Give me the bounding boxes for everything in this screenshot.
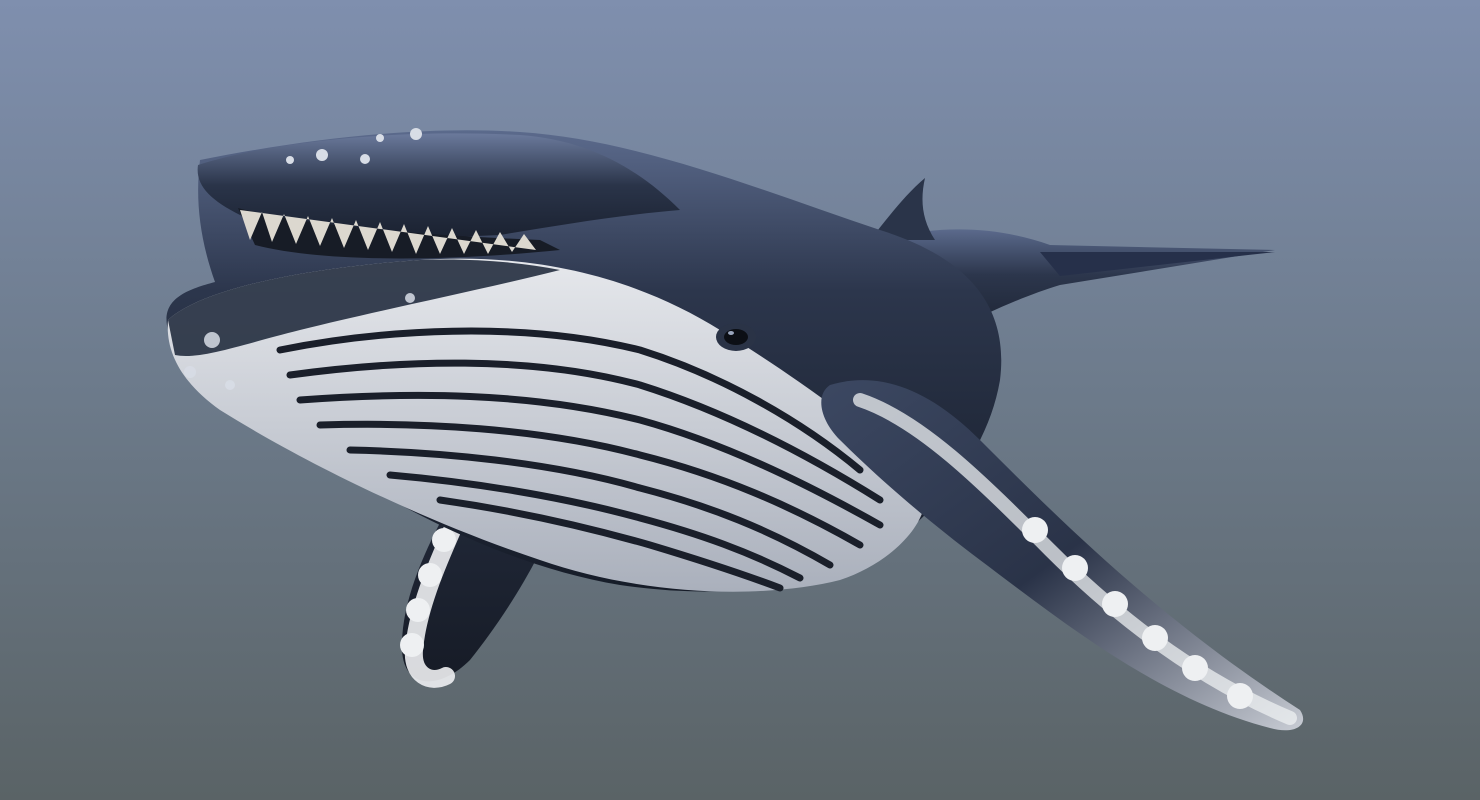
whale-render xyxy=(166,128,1304,731)
near-pectoral-fin xyxy=(821,380,1304,731)
render-viewport xyxy=(0,0,1480,800)
whale-eye xyxy=(716,323,756,351)
